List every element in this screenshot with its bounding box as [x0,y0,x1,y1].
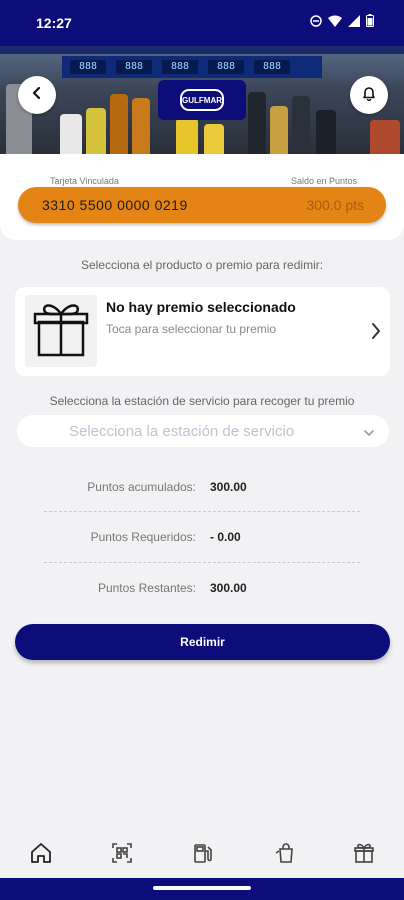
system-gesture-bar [0,878,404,900]
linked-card-bar: 3310 5500 0000 0219 300.0 pts [18,187,386,223]
brand-logo: GULFMAR [158,80,246,120]
bottle [316,110,336,154]
gift-icon [33,300,89,363]
battery-icon [366,14,374,32]
linked-card-label: Tarjeta Vinculada [50,176,119,186]
status-icons [310,14,374,32]
card-number: 3310 5500 0000 0219 [42,197,188,213]
price-cell: 888 [208,60,244,74]
fuel-pump-icon [192,842,214,869]
prize-image [25,295,97,367]
shopping-bag-icon [274,842,296,869]
notifications-button[interactable] [350,76,388,114]
points-remaining-row: Puntos Restantes: 300.00 [0,581,404,601]
bottle [176,118,198,154]
bottle [204,124,224,154]
home-icon [29,842,53,869]
points-accumulated-value: 300.00 [210,480,247,494]
price-cell: 888 [162,60,198,74]
divider [44,562,360,563]
points-accumulated-label: Puntos acumulados: [87,480,196,494]
bottle [248,92,266,154]
divider [44,511,360,512]
bottle [270,106,288,154]
points-required-row: Puntos Requeridos: - 0.00 [0,530,404,550]
bottle [370,120,400,154]
points-balance-label: Saldo en Puntos [290,176,357,186]
points-remaining-label: Puntos Restantes: [97,581,196,595]
qr-code-icon [111,842,133,869]
nav-home[interactable] [26,840,56,870]
bottle [132,98,150,154]
price-cell: 888 [254,60,290,74]
station-select-placeholder: Selecciona la estación de servicio [69,423,295,440]
dnd-icon [310,14,322,32]
nav-fuel[interactable] [188,840,218,870]
linked-card-panel: Tarjeta Vinculada Saldo en Puntos 3310 5… [0,154,404,240]
price-cell: 888 [70,60,106,74]
chevron-left-icon [30,86,44,105]
status-time: 12:27 [36,15,72,31]
points-balance: 300.0 pts [306,197,364,213]
bottle [292,96,310,154]
points-remaining-value: 300.00 [210,581,247,595]
prize-title: No hay premio seleccionado [106,299,296,315]
chevron-down-icon [363,425,375,443]
nav-store[interactable] [270,840,300,870]
status-bar: 12:27 [0,0,404,46]
points-required-label: Puntos Requeridos: [90,530,196,544]
bottle [110,94,128,154]
bottle [86,108,106,154]
price-cell: 888 [116,60,152,74]
price-display: 888 888 888 888 888 [62,56,322,78]
nav-qr[interactable] [107,840,137,870]
back-button[interactable] [18,76,56,114]
prize-subtitle: Toca para seleccionar tu premio [106,322,277,336]
points-required-value: - 0.00 [210,530,241,544]
bottom-nav [0,832,404,878]
bell-icon [361,85,377,106]
points-accumulated-row: Puntos acumulados: 300.00 [0,480,404,500]
prize-selector-card[interactable]: No hay premio seleccionado Toca para sel… [15,287,390,376]
shelf-top [0,46,404,54]
product-section-label: Selecciona el producto o premio para red… [80,258,324,272]
station-section-label: Selecciona la estación de servicio para … [49,394,355,408]
station-select[interactable]: Selecciona la estación de servicio [17,415,389,447]
bottle [60,114,82,154]
nav-rewards[interactable] [349,840,379,870]
home-gesture-pill[interactable] [153,886,251,890]
signal-icon [348,14,360,32]
brand-logo-mark: GULFMAR [180,89,224,111]
wifi-icon [328,14,342,32]
brand-logo-text: GULFMAR [182,95,222,105]
gift-icon [353,842,375,869]
chevron-right-icon [370,321,382,346]
redeem-button[interactable]: Redimir [15,624,390,660]
